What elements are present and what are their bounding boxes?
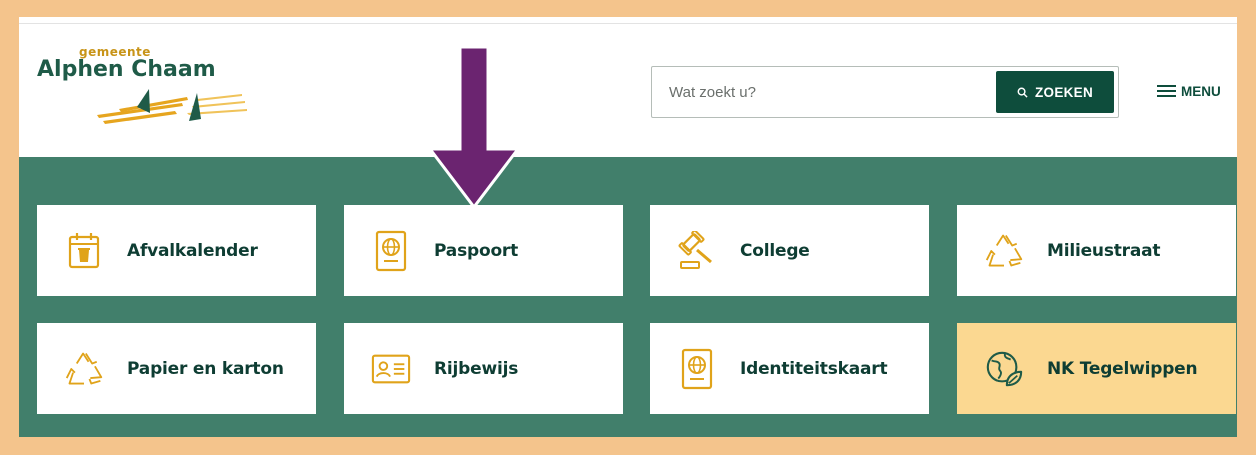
search-input[interactable] [652,67,982,117]
menu-label: MENU [1181,83,1221,99]
tile-nk-tegelwippen[interactable]: NK Tegelwippen [957,323,1236,414]
tile-afvalkalender[interactable]: Afvalkalender [37,205,316,296]
tile-label: Afvalkalender [127,240,258,261]
search-icon [1017,87,1028,98]
recycle-icon [64,349,104,389]
header-top-divider [19,23,1237,24]
id-card-icon [371,349,411,389]
calendar-bin-icon [64,231,104,271]
tile-paspoort[interactable]: Paspoort [344,205,623,296]
passport-icon [677,348,717,389]
menu-button[interactable]: MENU [1157,81,1221,101]
hamburger-icon [1157,85,1176,97]
search-box: ZOEKEN [651,66,1119,118]
municipality-logo[interactable]: gemeente Alphen Chaam [37,45,247,135]
page-frame: gemeente Alphen Chaam ZOEKEN [19,17,1237,437]
tile-rijbewijs[interactable]: Rijbewijs [344,323,623,414]
tile-papier-en-karton[interactable]: Papier en karton [37,323,316,414]
tile-label: Milieustraat [1047,240,1161,261]
down-arrow-icon [426,47,522,209]
tile-label: Papier en karton [127,358,284,379]
tile-milieustraat[interactable]: Milieustraat [957,205,1236,296]
tile-label: Identiteitskaart [740,358,888,379]
tile-identiteitskaart[interactable]: Identiteitskaart [650,323,929,414]
tile-label: NK Tegelwippen [1047,358,1198,379]
quick-links-section: Afvalkalender Paspoort College Milieustr… [19,157,1237,437]
tile-label: Paspoort [434,240,519,261]
passport-icon [371,230,411,271]
tile-college[interactable]: College [650,205,929,296]
logo-stripes-icon [97,89,247,124]
gavel-icon [677,230,717,271]
tile-label: Rijbewijs [434,358,519,379]
search-button[interactable]: ZOEKEN [996,71,1114,113]
search-button-label: ZOEKEN [1034,84,1094,100]
logo-title: Alphen Chaam [37,57,216,82]
globe-leaf-icon [984,349,1024,389]
recycle-icon [984,231,1024,271]
tile-label: College [740,240,810,261]
